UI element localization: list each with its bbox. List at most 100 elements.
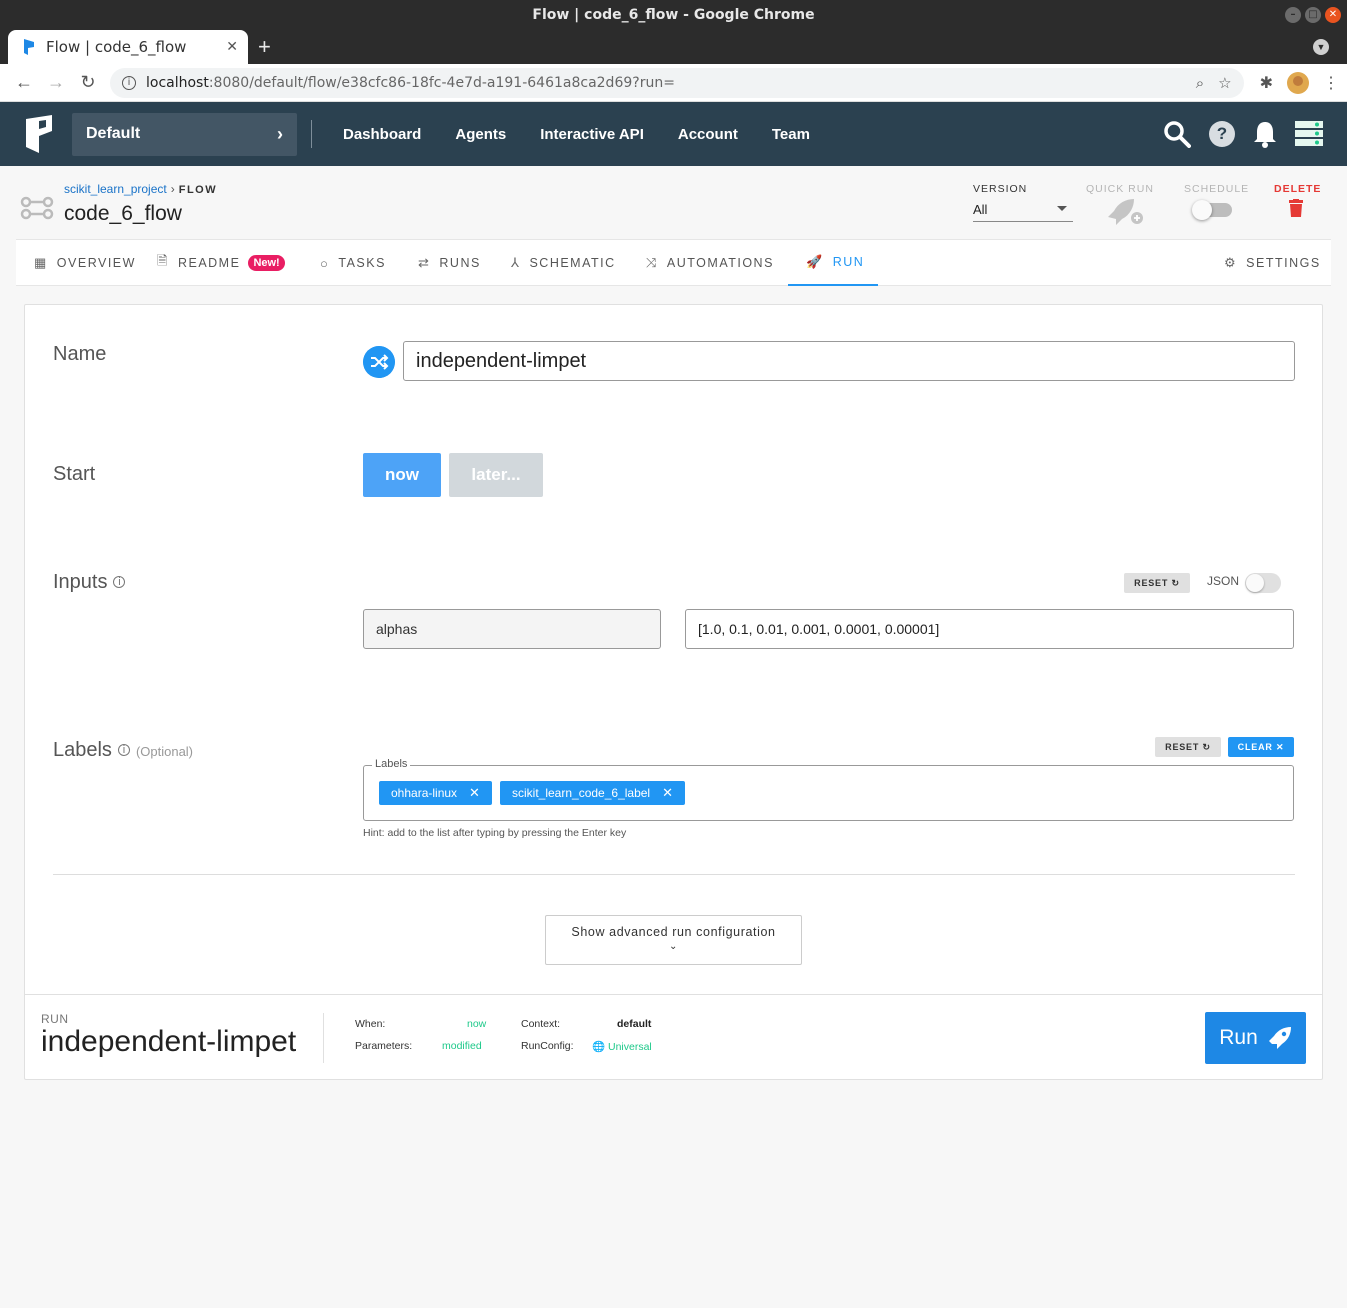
tab-overview-label: OVERVIEW xyxy=(56,256,136,270)
team-name: Default xyxy=(86,125,141,142)
minimize-icon[interactable]: – xyxy=(1285,7,1301,23)
url-path: :8080/default/flow/e38cfc86-18fc-4e7d-a1… xyxy=(208,74,675,91)
parameters-value: modified xyxy=(442,1040,482,1052)
param-value-input[interactable]: [1.0, 0.1, 0.01, 0.001, 0.0001, 0.00001] xyxy=(685,609,1294,649)
labels-reset-button[interactable]: RESET ↻ xyxy=(1155,737,1221,757)
tab-schematic-label: SCHEMATIC xyxy=(529,256,616,270)
quick-run-rocket-icon[interactable] xyxy=(1106,199,1144,225)
labels-input[interactable]: Labels ohhara-linux ✕ scikit_learn_code_6… xyxy=(363,758,1294,821)
notifications-bell-icon[interactable] xyxy=(1253,120,1277,148)
reload-icon[interactable]: ↻ xyxy=(72,72,104,93)
rocket-icon: 🚀 xyxy=(806,254,824,269)
tab-overview[interactable]: ▦ OVERVIEW xyxy=(34,240,136,286)
schematic-icon: ⅄ xyxy=(511,255,521,270)
labels-clear-button[interactable]: CLEAR ✕ xyxy=(1228,737,1294,757)
labels-clear-label: CLEAR xyxy=(1237,742,1273,752)
inputs-reset-button[interactable]: RESET ↻ xyxy=(1124,573,1190,593)
bookmark-star-icon[interactable]: ☆ xyxy=(1218,74,1231,92)
remove-label-icon[interactable]: ✕ xyxy=(469,785,480,800)
forward-icon[interactable]: → xyxy=(40,72,72,93)
quick-run-label: QUICK RUN xyxy=(1086,183,1154,195)
json-label: JSON xyxy=(1207,574,1240,588)
new-badge: New! xyxy=(248,255,285,271)
tab-run[interactable]: 🚀 RUN xyxy=(788,240,878,286)
new-tab-icon[interactable]: + xyxy=(258,34,271,60)
json-toggle[interactable] xyxy=(1245,573,1281,593)
server-status-icon[interactable] xyxy=(1295,121,1323,147)
prefect-favicon-icon xyxy=(24,39,34,55)
breadcrumb-project-link[interactable]: scikit_learn_project xyxy=(64,182,167,196)
help-icon[interactable]: ? xyxy=(1209,121,1235,147)
browser-menu-icon[interactable]: ⋮ xyxy=(1323,73,1339,93)
tab-tasks-label: TASKS xyxy=(338,256,386,270)
tab-run-label: RUN xyxy=(832,255,865,269)
tab-runs[interactable]: ⇄ RUNS xyxy=(418,240,481,286)
shuffle-name-icon[interactable] xyxy=(363,346,395,378)
zoom-icon[interactable]: ⌕ xyxy=(1196,74,1204,92)
when-key: When: xyxy=(355,1018,386,1030)
nav-account[interactable]: Account xyxy=(661,126,755,143)
back-icon[interactable]: ← xyxy=(8,72,40,93)
divider xyxy=(53,874,1295,875)
app-header: Default › Dashboard Agents Interactive A… xyxy=(0,102,1347,166)
tab-strip: Flow | code_6_flow ✕ + ▼ xyxy=(0,30,1347,64)
label-chip-text: scikit_learn_code_6_label xyxy=(512,786,651,800)
flow-icon xyxy=(20,196,54,220)
prefect-logo-icon[interactable] xyxy=(26,115,52,153)
flow-header: scikit_learn_project › FLOW code_6_flow VE… xyxy=(16,166,1331,239)
search-icon[interactable] xyxy=(1163,120,1191,148)
schedule-toggle[interactable] xyxy=(1192,200,1232,220)
info-icon[interactable]: i xyxy=(113,576,126,588)
browser-toolbar: ← → ↻ i localhost:8080/default/flow/e38c… xyxy=(0,64,1347,102)
vertical-divider xyxy=(323,1013,324,1063)
team-selector[interactable]: Default › xyxy=(72,112,297,156)
document-icon: 🗎 xyxy=(157,253,169,268)
rocket-icon xyxy=(1268,1027,1291,1049)
run-name-input[interactable]: independent-limpet xyxy=(403,341,1295,381)
inputs-label: Inputs i xyxy=(53,571,126,594)
delete-trash-icon[interactable] xyxy=(1288,199,1304,217)
tab-tasks[interactable]: ○ TASKS xyxy=(320,240,386,286)
browser-tab[interactable]: Flow | code_6_flow ✕ xyxy=(8,30,248,64)
nav-agents[interactable]: Agents xyxy=(438,126,523,143)
refresh-icon: ↻ xyxy=(1171,578,1180,588)
nav-team[interactable]: Team xyxy=(755,126,827,143)
tab-readme[interactable]: 🗎 README New! xyxy=(157,240,285,286)
tab-schematic[interactable]: ⅄ SCHEMATIC xyxy=(511,240,616,286)
label-chip: scikit_learn_code_6_label ✕ xyxy=(500,781,685,805)
optional-note: (Optional) xyxy=(135,744,194,759)
app-nav: Dashboard Agents Interactive API Account… xyxy=(326,126,827,143)
advanced-config-label: Show advanced run configuration xyxy=(571,925,776,939)
tab-close-icon[interactable]: ✕ xyxy=(226,39,238,55)
parameters-key: Parameters: xyxy=(355,1040,413,1052)
tab-settings[interactable]: ⚙ SETTINGS xyxy=(1224,240,1321,286)
tab-automations[interactable]: ⤨ AUTOMATIONS xyxy=(646,240,774,286)
version-select[interactable]: All xyxy=(973,200,1073,222)
header-divider xyxy=(311,120,312,148)
nav-dashboard[interactable]: Dashboard xyxy=(326,126,438,143)
breadcrumb: scikit_learn_project › FLOW xyxy=(64,182,217,196)
tab-search-icon[interactable]: ▼ xyxy=(1313,39,1329,55)
name-label: Name xyxy=(53,343,107,365)
close-window-icon[interactable]: ✕ xyxy=(1325,7,1341,23)
tab-automations-label: AUTOMATIONS xyxy=(666,256,774,270)
chevron-down-icon: ⌄ xyxy=(669,941,678,952)
advanced-config-button[interactable]: Show advanced run configuration ⌄ xyxy=(545,915,802,965)
remove-label-icon[interactable]: ✕ xyxy=(662,785,673,800)
task-node-icon: ○ xyxy=(320,255,330,271)
address-bar[interactable]: i localhost:8080/default/flow/e38cfc86-1… xyxy=(110,67,1244,98)
nav-interactive-api[interactable]: Interactive API xyxy=(523,126,661,143)
extensions-icon[interactable]: ✱ xyxy=(1260,73,1273,93)
run-button[interactable]: Run xyxy=(1205,1012,1306,1064)
start-later-button[interactable]: later... xyxy=(449,453,543,497)
version-value: All xyxy=(973,202,988,217)
start-now-button[interactable]: now xyxy=(363,453,441,497)
run-kind-label: RUN xyxy=(41,1012,69,1026)
site-info-icon[interactable]: i xyxy=(122,75,136,90)
info-icon[interactable]: i xyxy=(117,744,130,756)
gear-icon: ⚙ xyxy=(1224,255,1238,270)
labels-label-text: Labels xyxy=(53,739,112,761)
breadcrumb-kind: FLOW xyxy=(178,184,218,196)
profile-avatar[interactable] xyxy=(1287,71,1309,94)
maximize-icon[interactable]: □ xyxy=(1305,7,1321,23)
